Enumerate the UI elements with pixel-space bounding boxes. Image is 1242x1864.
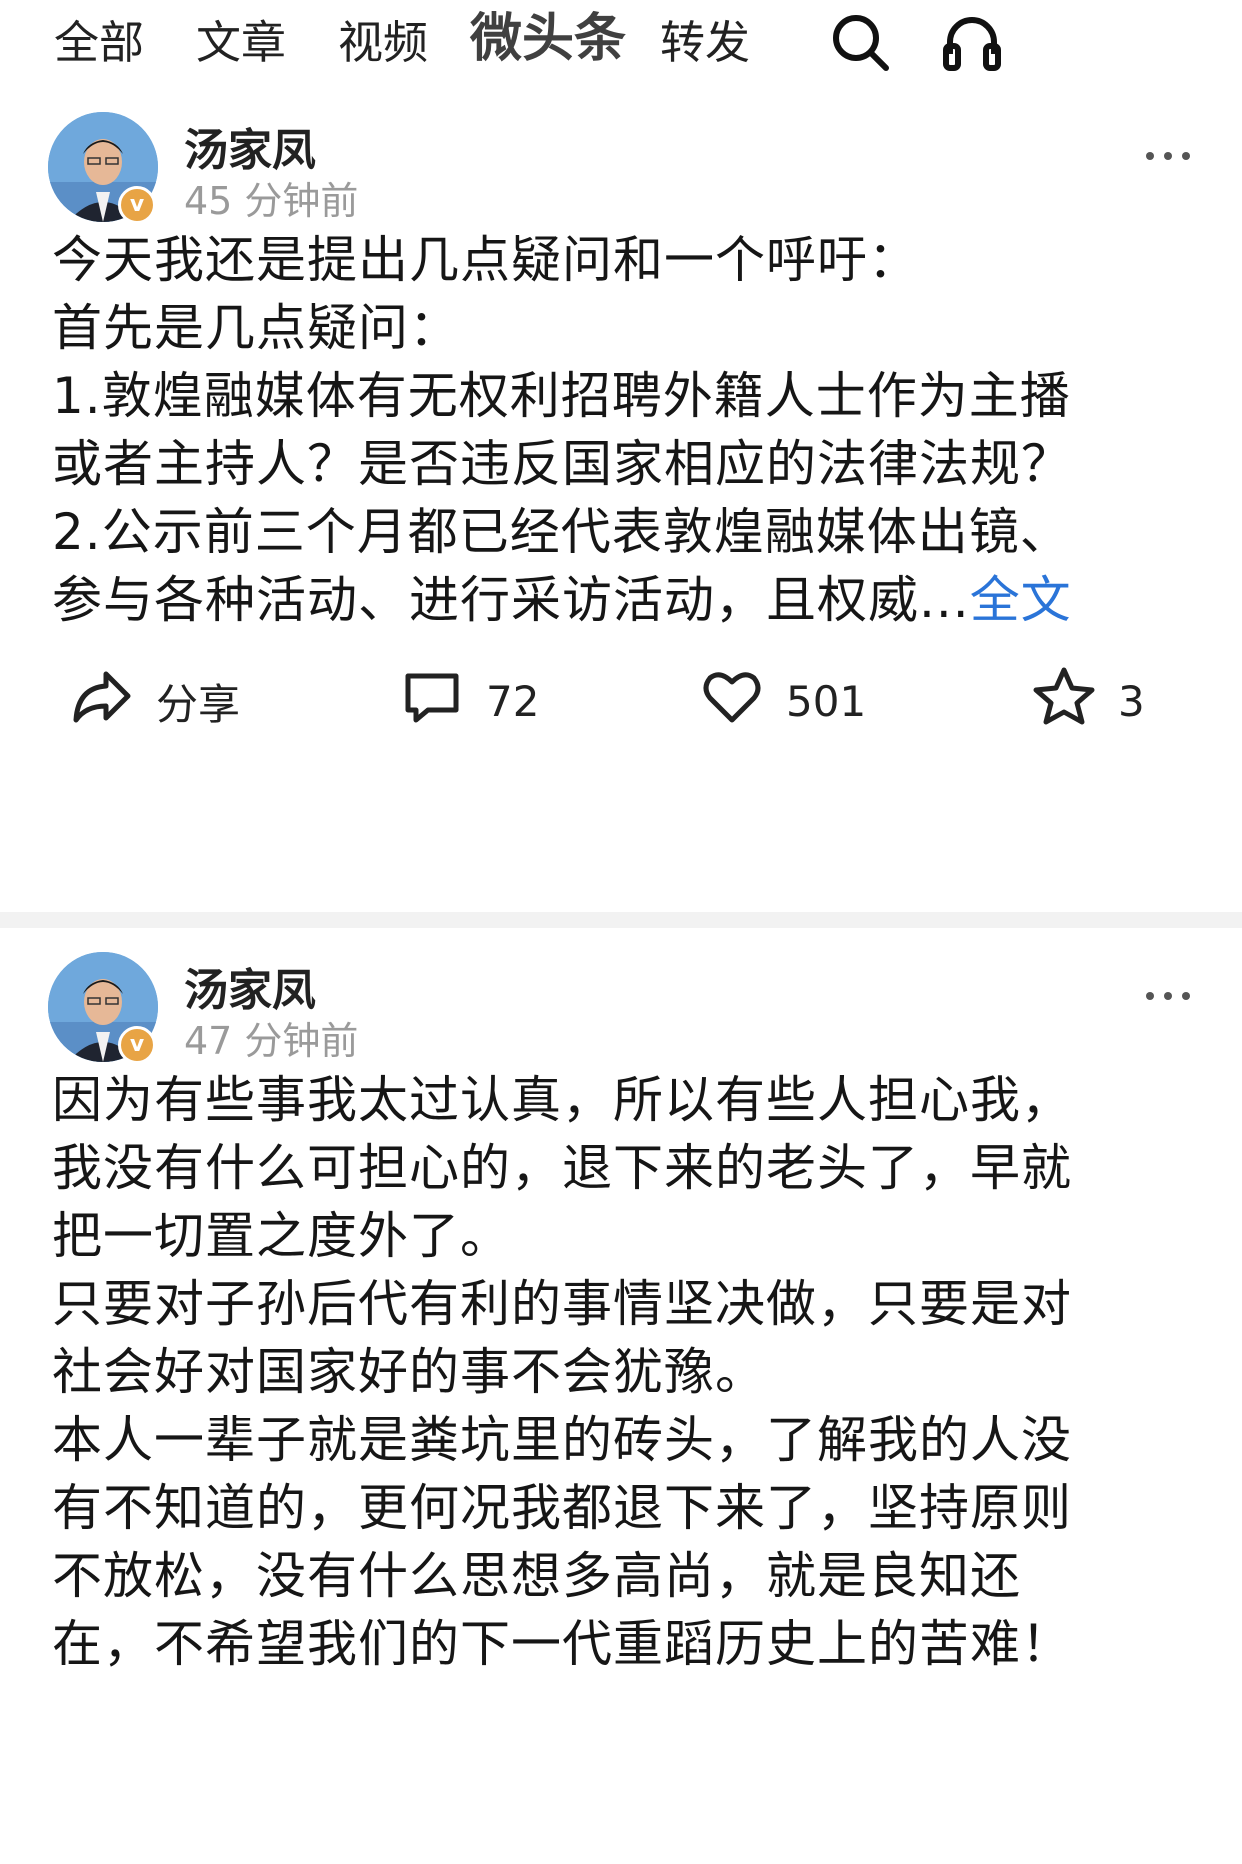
- text-line: 1.敦煌融媒体有无权利招聘外籍人士作为主播: [52, 367, 1071, 425]
- headphones-icon[interactable]: [940, 10, 1004, 74]
- post-time: 47 分钟前: [184, 1019, 359, 1063]
- verified-badge: v: [118, 186, 156, 224]
- comment-button[interactable]: 72: [400, 656, 539, 746]
- post-card: v 汤家凤 47 分钟前 因为有些事我太过认真，所以有些人担心我， 我没有什么可…: [0, 934, 1242, 1864]
- author-name[interactable]: 汤家凤: [184, 114, 316, 178]
- text-line: 因为有些事我太过认真，所以有些人担心我，: [52, 1071, 1072, 1129]
- comment-count: 72: [486, 676, 540, 726]
- text-line: 把一切置之度外了。: [52, 1207, 511, 1265]
- text-line: 2.公示前三个月都已经代表敦煌融媒体出镜、: [52, 503, 1071, 561]
- more-icon[interactable]: [1144, 988, 1192, 1002]
- text-line: 不放松，没有什么思想多高尚，就是良知还: [52, 1547, 1021, 1605]
- share-label: 分享: [156, 679, 241, 729]
- share-button[interactable]: 分享: [70, 656, 240, 746]
- more-icon[interactable]: [1144, 148, 1192, 162]
- post-body[interactable]: 今天我还是提出几点疑问和一个呼吁： 首先是几点疑问： 1.敦煌融媒体有无权利招聘…: [52, 226, 1202, 634]
- search-icon[interactable]: [828, 10, 892, 74]
- share-icon: [70, 664, 134, 738]
- full-text-link[interactable]: 全文: [970, 571, 1072, 629]
- text-line: 有不知道的，更何况我都退下来了，坚持原则: [52, 1479, 1072, 1537]
- text-line: 只要对子孙后代有利的事情坚决做，只要是对: [52, 1275, 1072, 1333]
- post-divider: [0, 912, 1242, 928]
- tab-reposts[interactable]: 转发: [660, 8, 750, 78]
- favorite-count: 3: [1118, 676, 1145, 726]
- post-actions: 分享 72 501 3: [0, 656, 1242, 746]
- tab-videos[interactable]: 视频: [338, 8, 428, 78]
- like-button[interactable]: 501: [700, 656, 866, 746]
- post-body[interactable]: 因为有些事我太过认真，所以有些人担心我， 我没有什么可担心的，退下来的老头了，早…: [52, 1066, 1202, 1678]
- tab-all[interactable]: 全部: [54, 8, 144, 78]
- post-card: v 汤家凤 45 分钟前 今天我还是提出几点疑问和一个呼吁： 首先是几点疑问： …: [0, 94, 1242, 770]
- author-name[interactable]: 汤家凤: [184, 954, 316, 1018]
- top-tab-bar: 全部 文章 视频 微头条 转发: [0, 0, 1242, 94]
- post-time: 45 分钟前: [184, 179, 359, 223]
- text-line: 社会好对国家好的事不会犹豫。: [52, 1343, 766, 1401]
- text-line: 我没有什么可担心的，退下来的老头了，早就: [52, 1139, 1072, 1197]
- text-line-last: 参与各种活动、进行采访活动，且权威...全文: [52, 566, 1202, 634]
- text-line: 首先是几点疑问：: [52, 299, 460, 357]
- star-icon: [1032, 664, 1096, 738]
- text-line: 或者主持人？是否违反国家相应的法律法规？: [52, 435, 1072, 493]
- text-line: 参与各种活动、进行采访活动，且权威...: [52, 571, 970, 629]
- verified-badge: v: [118, 1026, 156, 1064]
- heart-icon: [700, 664, 764, 738]
- tab-micro-headlines[interactable]: 微头条: [470, 4, 626, 74]
- like-count: 501: [786, 676, 867, 726]
- text-line: 今天我还是提出几点疑问和一个呼吁：: [52, 231, 919, 289]
- text-line: 在，不希望我们的下一代重蹈历史上的苦难！: [52, 1615, 1072, 1673]
- favorite-button[interactable]: 3: [1032, 656, 1145, 746]
- tab-articles[interactable]: 文章: [196, 8, 286, 78]
- comment-icon: [400, 664, 464, 738]
- text-line: 本人一辈子就是粪坑里的砖头，了解我的人没: [52, 1411, 1072, 1469]
